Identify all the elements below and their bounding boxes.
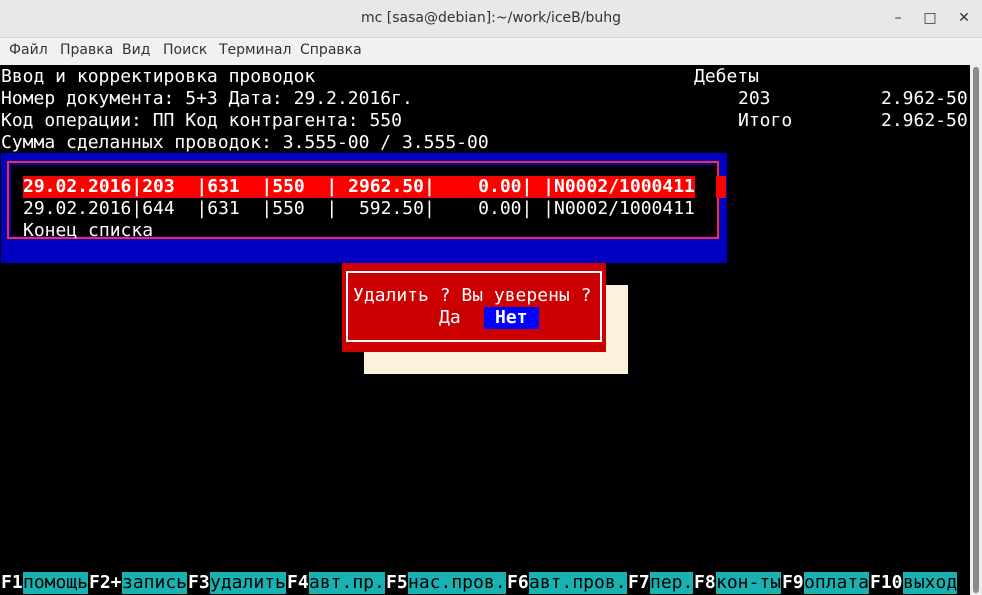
fkey-f5-key: F5 [386,572,408,593]
debit-account-value: 2.962-50 [881,88,968,109]
document-info: Номер документа: 5+3 Дата: 29.2.2016г. [1,88,413,109]
entries-sum: Сумма сделанных проводок: 3.555-00 / 3.5… [1,132,489,153]
maximize-icon[interactable]: □ [919,7,941,29]
menu-bar: Файл Правка Вид Поиск Терминал Справка [0,38,982,64]
minimize-icon[interactable]: – [887,7,909,29]
fkey-f4-auto[interactable]: авт.пр. [309,572,385,594]
terminal[interactable]: Ввод и корректировка проводок Номер доку… [0,65,970,595]
fkey-f10-key: F10 [870,572,903,593]
fkey-f3-key: F3 [188,572,210,593]
debit-account: 203 [738,88,771,109]
menu-view[interactable]: Вид [122,42,150,58]
menu-help[interactable]: Справка [300,42,362,58]
fkey-f6-key: F6 [507,572,529,593]
fkey-f5-settings[interactable]: нас.пров. [408,572,506,594]
yes-button[interactable]: Да [439,307,461,329]
fkey-f10-exit[interactable]: выход [903,572,958,594]
fkey-f2-key: F2+ [89,572,122,593]
close-icon[interactable]: ✕ [953,7,975,29]
fkey-f3-delete[interactable]: удалить [210,572,286,594]
debit-total-label: Итого [738,110,793,131]
fkey-f2-save[interactable]: запись [122,572,188,594]
operation-info: Код операции: ПП Код контрагента: 550 [1,110,402,131]
row-cursor [716,176,726,198]
fkey-f8-contractors[interactable]: кон-ты [716,572,782,594]
menu-search[interactable]: Поиск [163,42,207,58]
entry-row-selected[interactable]: 29.02.2016|203 |631 |550 | 2962.50| 0.00… [23,176,695,198]
debits-title: Дебеты [694,66,760,87]
scrollbar-thumb[interactable] [973,67,979,593]
fkey-f8-key: F8 [694,572,716,593]
fkey-f1-help[interactable]: помощь [23,572,89,594]
list-end-label: Конец списка [23,220,154,241]
window-titlebar: mc [sasa@debian]:~/work/iceB/buhg – □ ✕ [0,0,982,38]
fkey-f6-auto-entries[interactable]: авт.пров. [529,572,627,594]
fkey-f7-transfer[interactable]: пер. [650,572,694,594]
debit-total-value: 2.962-50 [881,110,968,131]
window-title: mc [sasa@debian]:~/work/iceB/buhg [361,10,621,26]
no-button[interactable]: Нет [484,307,539,329]
entry-row[interactable]: 29.02.2016|644 |631 |550 | 592.50| 0.00|… [23,198,695,220]
dialog-message: Удалить ? Вы уверены ? [353,285,592,306]
menu-edit[interactable]: Правка [60,42,113,58]
fkey-f9-payment[interactable]: оплата [804,572,870,594]
screen-title: Ввод и корректировка проводок [1,66,316,87]
menu-terminal[interactable]: Терминал [219,42,291,58]
menu-file[interactable]: Файл [9,42,48,58]
fkey-f1-key: F1 [1,572,23,593]
fkey-f7-key: F7 [628,572,650,593]
fkey-f9-key: F9 [782,572,804,593]
terminal-scrollbar[interactable] [970,65,982,595]
confirm-delete-dialog: Удалить ? Вы уверены ? Да Нет [342,263,606,352]
fkey-f4-key: F4 [287,572,309,593]
